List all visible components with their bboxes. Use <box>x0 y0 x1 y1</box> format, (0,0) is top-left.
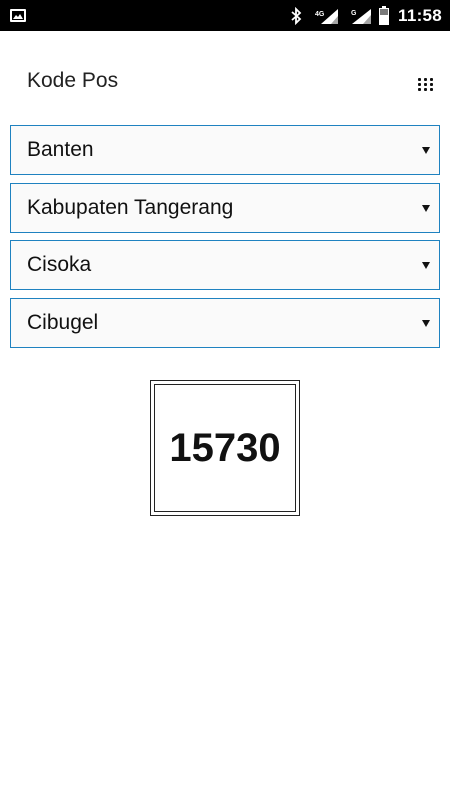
dropdown-arrow-icon <box>422 205 430 212</box>
signal-4g-icon: 4G <box>313 7 339 25</box>
dropdown-arrow-icon <box>422 320 430 327</box>
status-time: 11:58 <box>398 6 443 25</box>
battery-icon <box>378 6 390 26</box>
postal-code-inner-frame: 15730 <box>154 384 296 512</box>
network-type-label-2: G <box>351 10 357 17</box>
page-title: Kode Pos <box>27 69 119 92</box>
regency-select[interactable]: Kabupaten Tangerang <box>10 183 440 233</box>
regency-select-value: Kabupaten Tangerang <box>27 196 234 219</box>
app-header: Kode Pos <box>0 31 450 121</box>
postal-code-box: 15730 <box>150 380 300 516</box>
village-select-value: Cibugel <box>27 311 99 334</box>
dropdown-arrow-icon <box>422 147 430 154</box>
province-select[interactable]: Banten <box>10 125 440 175</box>
postal-code-value: 15730 <box>169 425 281 470</box>
province-select-value: Banten <box>27 138 94 161</box>
dropdown-arrow-icon <box>422 262 430 269</box>
village-select[interactable]: Cibugel <box>10 298 440 348</box>
network-type-label: 4G <box>315 11 325 18</box>
district-select[interactable]: Cisoka <box>10 240 440 290</box>
district-select-value: Cisoka <box>27 253 92 276</box>
signal-g-icon: G <box>348 7 372 25</box>
gallery-notification-icon <box>10 9 26 22</box>
bluetooth-icon <box>289 6 303 26</box>
dots-grid-icon[interactable] <box>418 76 436 92</box>
status-bar: 4G G 11:58 <box>0 0 450 31</box>
